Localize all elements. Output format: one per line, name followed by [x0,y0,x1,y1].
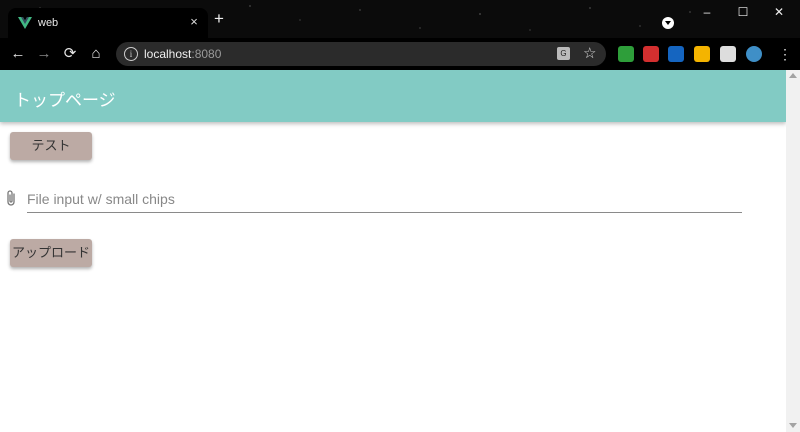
maximize-icon[interactable]: ☐ [734,5,752,19]
home-icon[interactable]: ⌂ [86,44,106,64]
scrollbar[interactable] [786,70,800,432]
page-title: トップページ [14,91,116,110]
url-host: localhost [144,47,192,61]
back-icon[interactable]: ← [8,44,28,64]
site-info-icon[interactable]: i [124,47,138,61]
tab-title: web [38,17,59,29]
scroll-up-icon[interactable] [789,73,797,78]
new-tab-icon[interactable]: + [214,10,224,27]
minimize-icon[interactable]: – [698,5,716,19]
translate-icon[interactable]: G [557,47,570,60]
paperclip-icon[interactable] [4,189,18,207]
puzzle-extension-icon[interactable] [720,46,736,62]
file-input[interactable]: File input w/ small chips [27,186,742,213]
scroll-down-icon[interactable] [789,423,797,428]
reload-icon[interactable]: ⟳ [60,44,80,64]
upload-button[interactable]: アップロード [10,239,92,267]
pdf-extension-icon[interactable] [643,46,659,62]
url-port: :8080 [191,47,222,61]
forward-icon[interactable]: → [34,44,54,64]
vue-logo-icon [18,17,32,29]
profile-avatar-icon[interactable] [746,46,762,62]
app-header: トップページ [0,70,786,122]
browser-menu-icon[interactable]: ⋮ [778,46,792,62]
address-bar[interactable]: i localhost:8080 G ☆ [116,42,606,66]
browser-tab-strip: web × + – ☐ ✕ [0,0,800,38]
ui-extension-icon[interactable] [668,46,684,62]
window-close-icon[interactable]: ✕ [770,5,788,19]
green-extension-icon[interactable] [618,46,634,62]
browser-toolbar: ← → ⟳ ⌂ i localhost:8080 G ☆ ⋮ [0,38,800,70]
tab-search-icon[interactable] [662,17,674,29]
drive-extension-icon[interactable] [694,46,710,62]
tab-close-icon[interactable]: × [186,14,202,29]
browser-tab[interactable]: web × [8,8,208,38]
file-input-placeholder: File input w/ small chips [27,191,175,207]
bookmark-star-icon[interactable]: ☆ [583,44,596,62]
address-url[interactable]: localhost:8080 [144,47,221,61]
test-button[interactable]: テスト [10,132,92,160]
